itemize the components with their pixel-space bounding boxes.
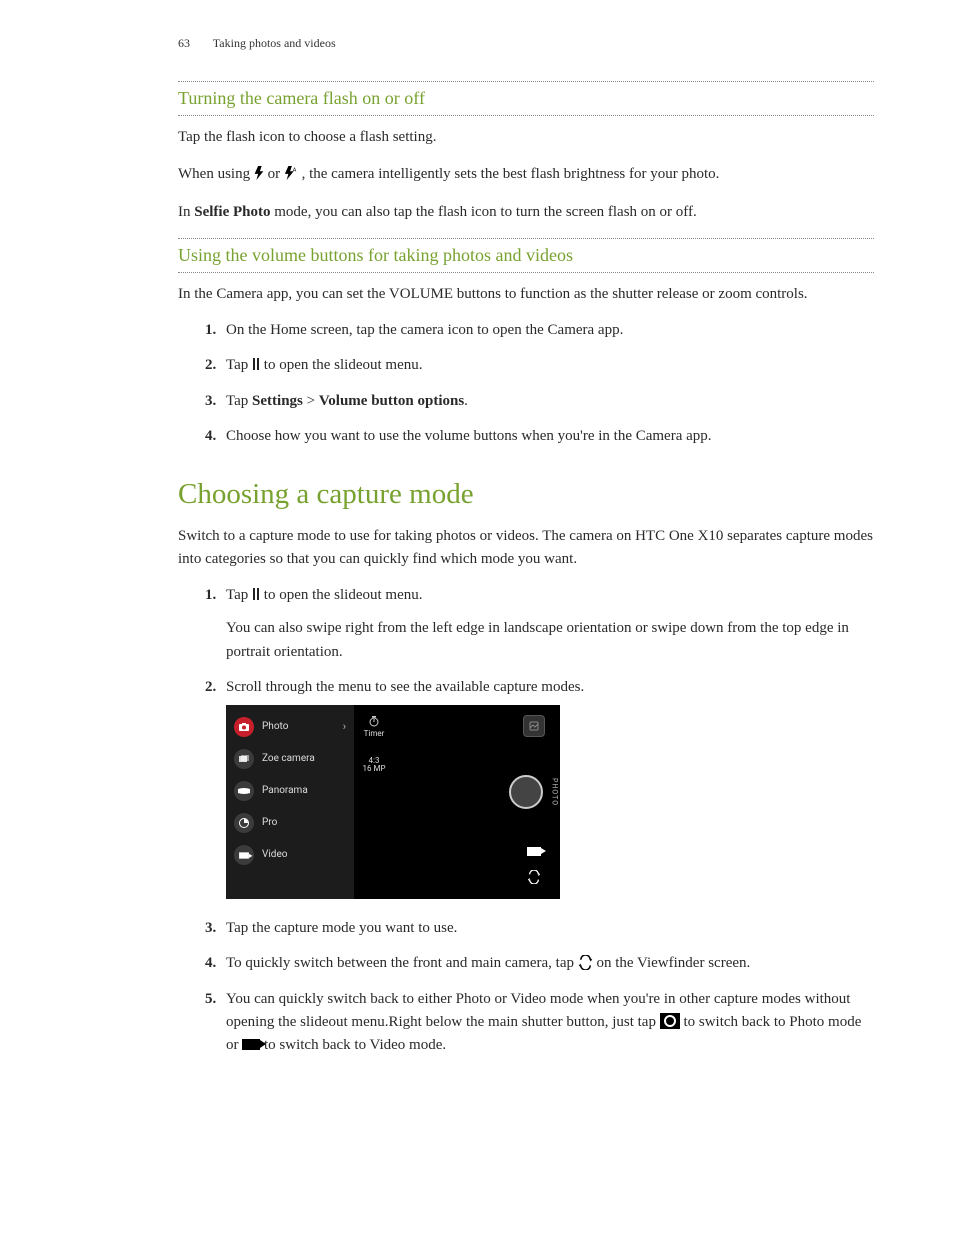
- zoe-icon: [234, 749, 254, 769]
- subheading-flash: Turning the camera flash on or off: [178, 88, 874, 109]
- flash-on-icon: [254, 165, 264, 188]
- capture-mode-list: Photo › Zoe camera Panorama Pro: [226, 705, 354, 899]
- steps-list: Tap to open the slideout menu. You can a…: [178, 584, 874, 1057]
- mode-pro[interactable]: Pro: [226, 807, 354, 839]
- switch-camera-icon: [578, 955, 593, 970]
- flash-auto-icon: A: [284, 165, 298, 188]
- step: You can quickly switch back to either Ph…: [220, 988, 874, 1058]
- paragraph: In Selfie Photo mode, you can also tap t…: [178, 201, 874, 224]
- step: Tap the capture mode you want to use.: [220, 917, 874, 940]
- running-header: 63 Taking photos and videos: [178, 36, 874, 51]
- heading-capture-mode: Choosing a capture mode: [178, 478, 874, 511]
- mode-zoe[interactable]: Zoe camera: [226, 743, 354, 775]
- aspect-ratio-option[interactable]: 4:3 16 MP: [362, 757, 385, 775]
- video-icon: [234, 845, 254, 865]
- mode-photo[interactable]: Photo ›: [226, 711, 354, 743]
- chevron-right-icon: ›: [343, 718, 346, 735]
- step: To quickly switch between the front and …: [220, 952, 874, 975]
- step: Choose how you want to use the volume bu…: [220, 425, 874, 448]
- gallery-thumbnail[interactable]: [523, 715, 545, 737]
- camera-icon: [234, 717, 254, 737]
- divider: [178, 81, 874, 82]
- step: Tap to open the slideout menu.: [220, 354, 874, 377]
- panorama-icon: [234, 781, 254, 801]
- step: Scroll through the menu to see the avail…: [220, 676, 874, 899]
- step: On the Home screen, tap the camera icon …: [220, 319, 874, 342]
- paragraph: In the Camera app, you can set the VOLUM…: [178, 283, 874, 306]
- capture-options-col: Timer 4:3 16 MP: [354, 705, 394, 899]
- svg-text:A: A: [293, 167, 297, 173]
- divider: [178, 115, 874, 116]
- step: Tap to open the slideout menu. You can a…: [220, 584, 874, 664]
- viewfinder: [394, 705, 508, 899]
- page-number: 63: [178, 36, 190, 50]
- video-shutter-icon: [242, 1039, 260, 1050]
- shutter-mode-label: PHOTO: [549, 778, 560, 806]
- subheading-volume: Using the volume buttons for taking phot…: [178, 245, 874, 266]
- mode-panorama[interactable]: Panorama: [226, 775, 354, 807]
- divider: [178, 272, 874, 273]
- camera-ui-figure: Photo › Zoe camera Panorama Pro: [226, 705, 560, 899]
- slideout-handle-icon: [252, 358, 260, 370]
- paragraph: Switch to a capture mode to use for taki…: [178, 525, 874, 570]
- paragraph: Tap the flash icon to choose a flash set…: [178, 126, 874, 149]
- chapter-title: Taking photos and videos: [213, 36, 336, 50]
- video-mode-icon[interactable]: [527, 847, 541, 856]
- pro-icon: [234, 813, 254, 833]
- shutter-button[interactable]: [509, 775, 543, 809]
- step-note: You can also swipe right from the left e…: [226, 617, 874, 664]
- mode-video[interactable]: Video: [226, 839, 354, 871]
- step: Tap Settings > Volume button options.: [220, 390, 874, 413]
- divider: [178, 238, 874, 239]
- paragraph: When using or A , the camera intelligent…: [178, 163, 874, 188]
- timer-option[interactable]: Timer: [364, 715, 385, 739]
- photo-shutter-icon: [660, 1013, 680, 1029]
- steps-list: On the Home screen, tap the camera icon …: [178, 319, 874, 448]
- document-page: 63 Taking photos and videos Turning the …: [0, 0, 954, 1235]
- switch-camera-icon[interactable]: [527, 870, 541, 890]
- camera-controls-col: PHOTO: [508, 705, 560, 899]
- slideout-handle-icon: [252, 588, 260, 600]
